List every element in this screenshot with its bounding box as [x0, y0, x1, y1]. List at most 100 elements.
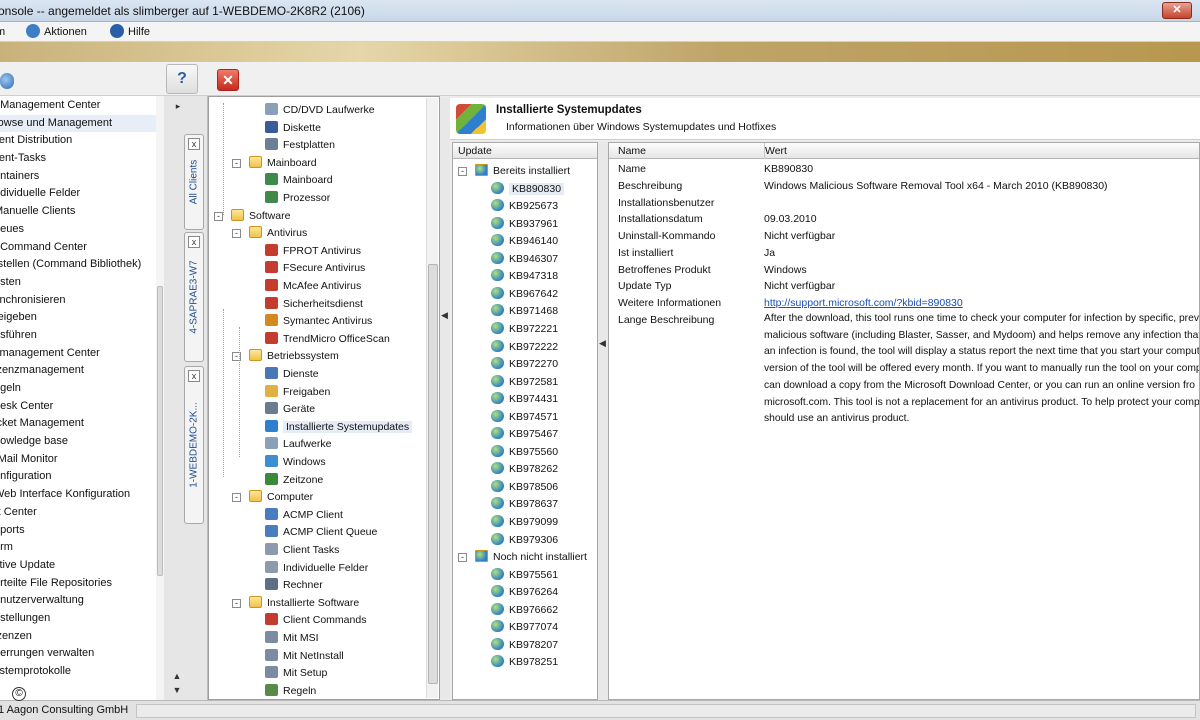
navigation-icon[interactable] — [0, 73, 14, 89]
scrollbar-thumb[interactable] — [157, 286, 163, 576]
menu-item-aktionen[interactable]: Aktionen — [26, 24, 87, 40]
tree-node[interactable]: FPROT Antivirus — [265, 243, 361, 260]
update-item[interactable]: KB974571 — [491, 409, 558, 427]
tree-node[interactable]: Dienste — [265, 366, 319, 383]
tree-node[interactable]: Zeitzone — [265, 472, 323, 489]
column-header-value[interactable]: Wert — [764, 143, 787, 159]
update-item[interactable]: KB946307 — [491, 251, 558, 269]
update-item[interactable]: KB978506 — [491, 479, 558, 497]
nav-item[interactable]: ndividuelle Felder — [0, 185, 157, 203]
update-item[interactable]: KB976264 — [491, 584, 558, 602]
tree-node[interactable]: Regeln — [265, 683, 316, 699]
nav-item[interactable]: rstellen (Command Bibliothek) — [0, 256, 157, 274]
tree-node[interactable]: Mit NetInstall — [265, 648, 344, 665]
tree-node[interactable]: Diskette — [265, 120, 321, 137]
nav-item[interactable]: izenzmanagement — [0, 362, 157, 380]
update-item[interactable]: KB972221 — [491, 321, 558, 339]
nav-item[interactable]: nowledge base — [0, 433, 157, 451]
tree-node[interactable]: Mainboard — [265, 172, 333, 189]
close-tab-button[interactable]: ✕ — [217, 69, 239, 91]
tree-node[interactable]: Laufwerke — [265, 436, 331, 453]
update-item[interactable]: KB972581 — [491, 374, 558, 392]
list-splitter[interactable]: ◀ — [598, 142, 608, 700]
nav-item[interactable]: Manuelle Clients — [0, 203, 157, 221]
update-item[interactable]: KB975467 — [491, 426, 558, 444]
update-item[interactable]: KB975560 — [491, 444, 558, 462]
expand-toggle-icon[interactable]: - — [458, 167, 467, 176]
tree-node[interactable]: FSecure Antivirus — [265, 260, 365, 277]
column-header-name[interactable]: Name — [618, 143, 646, 159]
tree-node[interactable]: Rechner — [265, 577, 323, 594]
tree-node[interactable]: Freigaben — [265, 384, 330, 401]
nav-item[interactable]: rowse und Management — [0, 114, 157, 133]
tree-node[interactable]: McAfee Antivirus — [265, 278, 361, 295]
nav-item[interactable]: nstellungen — [0, 610, 157, 628]
updates-column-header[interactable]: Update — [453, 143, 597, 159]
nav-item[interactable]: rt Center — [0, 504, 157, 522]
tab-close-icon[interactable]: x — [188, 236, 200, 248]
nav-item[interactable]: egeln — [0, 380, 157, 398]
client-tab[interactable]: x 4-SAPRAE3-W7 — [184, 232, 204, 362]
expand-toggle-icon[interactable]: - — [214, 211, 223, 221]
tree-node[interactable]: Festplatten — [265, 137, 335, 154]
window-close-button[interactable]: ✕ — [1162, 2, 1192, 19]
update-item[interactable]: KB975561 — [491, 567, 558, 585]
expand-toggle-icon[interactable]: - — [232, 158, 241, 168]
expand-toggle-icon[interactable]: - — [458, 553, 467, 563]
tree-node[interactable]: Installierte Systemupdates — [265, 419, 413, 436]
update-item[interactable]: KB978262 — [491, 461, 558, 479]
nav-item[interactable]: enutzerverwaltung — [0, 592, 157, 610]
nav-item[interactable]: ynchronisieren — [0, 292, 157, 310]
tree-node[interactable]: ACMP Client — [265, 507, 343, 524]
detail-link[interactable]: http://support.microsoft.com/?kbid=89083… — [764, 295, 963, 312]
collapse-arrow-icon[interactable]: ◀ — [441, 310, 448, 321]
update-item[interactable]: KB977074 — [491, 619, 558, 637]
tree-node[interactable]: - Antivirus — [232, 225, 307, 242]
client-tab[interactable]: x All Clients — [184, 134, 204, 230]
expand-toggle-icon[interactable]: - — [232, 229, 241, 239]
update-item[interactable]: KB978637 — [491, 496, 558, 514]
nav-item[interactable]: zmanagement Center — [0, 345, 157, 363]
tree-node[interactable]: Mit MSI — [265, 630, 319, 647]
tree-node[interactable]: Client Commands — [265, 612, 366, 629]
scroll-up-arrow-icon[interactable]: ▲ — [172, 670, 182, 682]
nav-item[interactable]: eports — [0, 522, 157, 540]
update-item[interactable]: KB978207 — [491, 637, 558, 655]
tree-node[interactable]: ACMP Client Queue — [265, 524, 377, 541]
nav-item[interactable]: ontainers — [0, 168, 157, 186]
nav-item[interactable]: desk Center — [0, 398, 157, 416]
nav-item[interactable]: Web Interface Konfiguration — [0, 486, 157, 504]
update-item[interactable]: KB979306 — [491, 532, 558, 550]
update-item[interactable]: KB978251 — [491, 654, 558, 672]
menu-item-m[interactable]: m — [0, 24, 5, 40]
tree-splitter[interactable]: ◀ — [440, 98, 450, 698]
update-group[interactable]: - Bereits installiert — [458, 163, 570, 181]
nav-item[interactable]: t Command Center — [0, 239, 157, 257]
tree-node[interactable]: Windows — [265, 454, 326, 471]
nav-item[interactable]: lient Distribution — [0, 132, 157, 150]
tree-node[interactable]: Client Tasks — [265, 542, 339, 559]
expand-toggle-icon[interactable]: - — [232, 493, 241, 503]
menu-item-hilfe[interactable]: Hilfe — [110, 24, 150, 40]
nav-item[interactable]: ctive Update — [0, 557, 157, 575]
nav-item[interactable]: t Management Center — [0, 97, 157, 115]
tree-node[interactable]: - Betriebssystem — [232, 348, 339, 365]
update-item[interactable]: KB972222 — [491, 339, 558, 357]
expand-toggle-icon[interactable]: - — [232, 598, 241, 608]
nav-item[interactable]: esten — [0, 274, 157, 292]
tree-node[interactable]: Sicherheitsdienst — [265, 296, 363, 313]
update-group[interactable]: - Noch nicht installiert — [458, 549, 587, 567]
update-item[interactable]: KB946140 — [491, 233, 558, 251]
scroll-arrow-icon[interactable]: ▸ — [173, 100, 183, 112]
tree-node[interactable]: - Mainboard — [232, 155, 317, 172]
left-navigation-scrollbar[interactable] — [156, 96, 164, 700]
tree-node[interactable]: Prozessor — [265, 190, 330, 207]
tree-node[interactable]: - Computer — [232, 489, 313, 506]
update-item[interactable]: KB890830 — [491, 181, 565, 199]
scroll-down-arrow-icon[interactable]: ▼ — [172, 684, 182, 696]
nav-item[interactable]: erteilte File Repositories — [0, 575, 157, 593]
nav-item[interactable]: perrungen verwalten — [0, 645, 157, 663]
update-item[interactable]: KB925673 — [491, 198, 558, 216]
client-tab[interactable]: x 1-WEBDEMO-2K... — [184, 366, 204, 524]
tab-close-icon[interactable]: x — [188, 370, 200, 382]
